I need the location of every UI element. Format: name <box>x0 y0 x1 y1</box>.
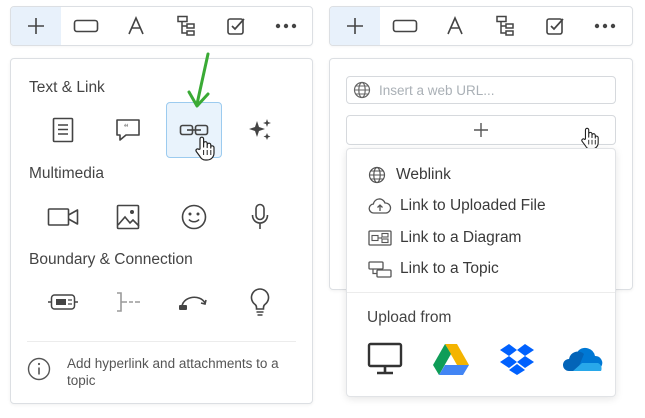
image-icon <box>116 204 140 230</box>
menu-item-uploaded-file[interactable]: Link to Uploaded File <box>347 192 615 220</box>
add-button[interactable] <box>11 7 61 45</box>
menu-item-label: Link to a Diagram <box>400 229 522 246</box>
plus-icon <box>474 123 488 137</box>
text-button[interactable] <box>111 7 161 45</box>
link-dropdown-menu: Weblink Link to Uploaded File Link to a … <box>346 148 616 397</box>
checkbox-icon <box>227 18 245 35</box>
relationship-icon <box>179 296 207 310</box>
text-icon <box>447 16 463 35</box>
video-icon <box>47 208 79 226</box>
video-button[interactable] <box>35 189 91 245</box>
plus-icon <box>347 18 363 34</box>
structure-button[interactable] <box>161 7 211 45</box>
microphone-icon <box>251 203 269 229</box>
note-button[interactable] <box>35 102 91 158</box>
menu-item-label: Weblink <box>396 166 451 183</box>
checkbox-icon <box>546 18 564 35</box>
toolbar-left <box>10 6 313 46</box>
lightbulb-icon <box>250 288 270 316</box>
more-button[interactable] <box>580 7 630 45</box>
info-text: Add hyperlink and attachments to a topic <box>67 356 279 388</box>
comment-button[interactable]: “ <box>100 102 156 158</box>
emoji-button[interactable] <box>166 189 222 245</box>
menu-item-weblink[interactable]: Weblink <box>347 161 615 189</box>
audio-button[interactable] <box>232 189 288 245</box>
url-input-wrapper[interactable] <box>346 76 616 104</box>
structure-button[interactable] <box>480 7 530 45</box>
topic-button[interactable] <box>380 7 430 45</box>
divider <box>27 341 296 342</box>
smiley-icon <box>181 204 207 230</box>
topic-icon <box>73 19 99 33</box>
topic-link-icon <box>368 261 392 278</box>
structure-icon <box>496 15 514 36</box>
comment-icon: “ <box>116 119 140 141</box>
more-button[interactable] <box>261 7 311 45</box>
globe-icon <box>353 81 371 99</box>
checkbox-button[interactable] <box>211 7 261 45</box>
diagram-icon <box>368 230 392 246</box>
text-icon <box>128 16 144 35</box>
add-link-button[interactable] <box>346 115 616 145</box>
menu-item-topic[interactable]: Link to a Topic <box>347 255 615 283</box>
hyperlink-icon <box>179 124 209 136</box>
section-title-boundary: Boundary & Connection <box>29 251 193 268</box>
url-input[interactable] <box>379 82 609 98</box>
section-title-multimedia: Multimedia <box>29 165 104 182</box>
toolbar-right <box>329 6 633 46</box>
image-button[interactable] <box>100 189 156 245</box>
summary-button[interactable] <box>100 274 156 330</box>
upload-onedrive-button[interactable] <box>563 339 603 379</box>
plus-icon <box>28 18 44 34</box>
section-title-text-link: Text & Link <box>29 79 105 96</box>
checkbox-button[interactable] <box>530 7 580 45</box>
ai-button[interactable] <box>232 102 288 158</box>
relationship-button[interactable] <box>166 274 222 330</box>
info-row: Add hyperlink and attachments to a topic <box>27 355 296 389</box>
menu-item-label: Link to Uploaded File <box>400 197 546 214</box>
info-icon <box>27 357 51 381</box>
add-button[interactable] <box>330 7 380 45</box>
menu-item-diagram[interactable]: Link to a Diagram <box>347 224 615 252</box>
topic-icon <box>392 19 418 33</box>
idea-button[interactable] <box>232 274 288 330</box>
cloud-upload-icon <box>368 198 392 214</box>
summary-icon <box>117 292 140 312</box>
text-button[interactable] <box>430 7 480 45</box>
menu-item-label: Link to a Topic <box>400 260 499 277</box>
globe-icon <box>368 166 386 184</box>
upload-computer-button[interactable] <box>365 339 405 379</box>
svg-text:“: “ <box>124 123 129 134</box>
note-icon <box>52 117 74 143</box>
hyperlink-button[interactable] <box>166 102 222 158</box>
structure-icon <box>177 15 195 36</box>
upload-title: Upload from <box>367 309 452 326</box>
boundary-icon <box>48 294 78 310</box>
computer-icon <box>367 342 403 375</box>
boundary-button[interactable] <box>35 274 91 330</box>
more-icon <box>594 23 616 29</box>
dropbox-icon <box>500 344 534 375</box>
insert-panel: Text & Link “ Multimedia Boundary & Conn… <box>10 58 313 404</box>
divider <box>347 292 615 293</box>
topic-button[interactable] <box>61 7 111 45</box>
more-icon <box>275 23 297 29</box>
upload-dropbox-button[interactable] <box>497 339 537 379</box>
sparkle-icon <box>249 119 271 140</box>
upload-google-drive-button[interactable] <box>431 339 471 379</box>
google-drive-icon <box>433 344 469 375</box>
onedrive-icon <box>563 347 603 371</box>
